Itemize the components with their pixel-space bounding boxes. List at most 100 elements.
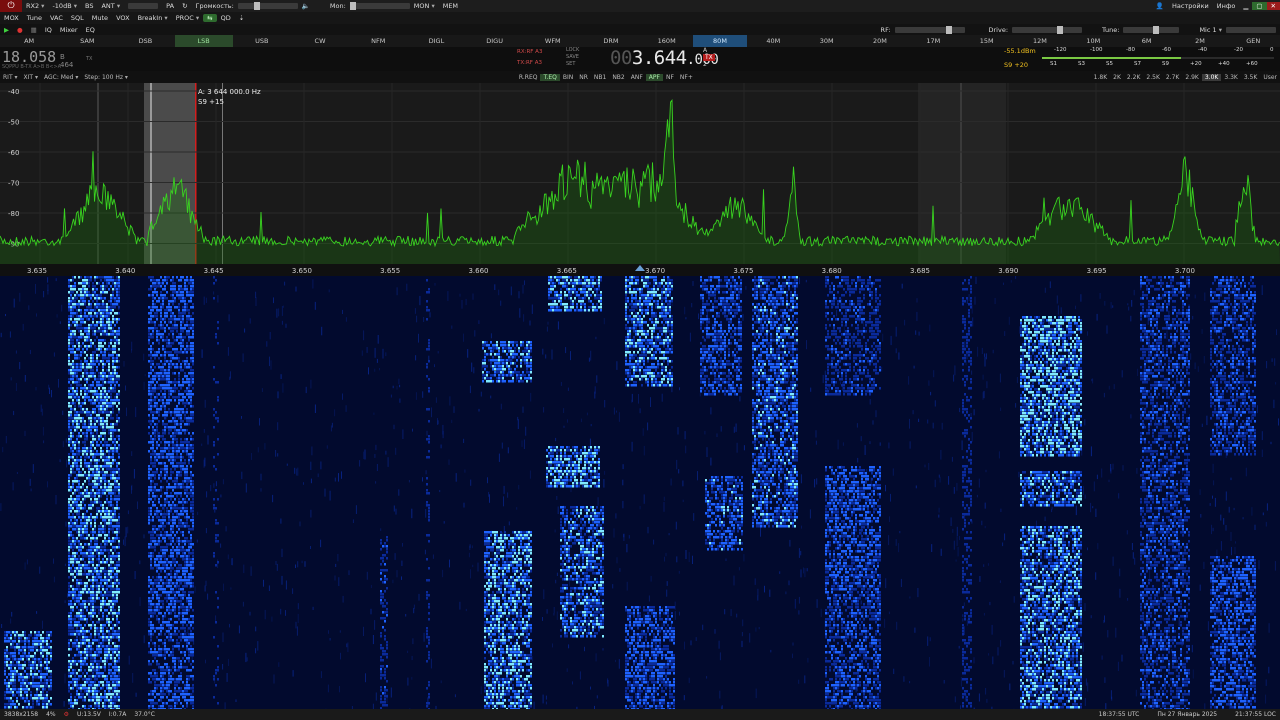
drive-thumb[interactable] <box>1057 26 1063 34</box>
mode-sam[interactable]: SAM <box>58 35 116 47</box>
attenuator-button[interactable]: -10dB <box>48 2 81 10</box>
mode-cw[interactable]: CW <box>291 35 349 47</box>
band-10m[interactable]: 10M <box>1067 35 1120 47</box>
band-gen[interactable]: GEN <box>1227 35 1280 47</box>
band-160m[interactable]: 160M <box>640 35 693 47</box>
xit-button[interactable]: XIT <box>21 74 41 81</box>
iq-icon[interactable]: ▦ <box>27 26 41 34</box>
dsp-r-req-button[interactable]: R.REQ <box>516 74 541 81</box>
rit-button[interactable]: RIT <box>0 74 21 81</box>
mox-button[interactable]: MOX <box>0 14 23 22</box>
bw-2-7k-button[interactable]: 2.7K <box>1163 74 1182 81</box>
dsp-nb2-button[interactable]: NB2 <box>609 74 627 81</box>
dsp-nf-button[interactable]: NF+ <box>677 74 696 81</box>
vfo-b-labels[interactable]: SQPPU B-TX A>B B<>A <box>2 64 61 70</box>
tune-slider[interactable] <box>1123 27 1179 33</box>
mode-drm[interactable]: DRM <box>582 35 640 47</box>
mode-usb[interactable]: USB <box>233 35 291 47</box>
loop-icon[interactable]: ↻ <box>178 2 191 10</box>
volume-thumb[interactable] <box>254 2 260 10</box>
step-select[interactable]: Step: 100 Hz <box>81 74 131 81</box>
set-button[interactable]: SET <box>566 61 579 68</box>
mon-slider[interactable] <box>350 3 410 9</box>
mode-nfm[interactable]: NFM <box>349 35 407 47</box>
agc-select[interactable]: AGC: Med <box>41 74 81 81</box>
rx-antenna[interactable]: RX:RF A3 <box>517 49 542 55</box>
dsp-apf-button[interactable]: APF <box>646 74 663 81</box>
bw-3-0k-button[interactable]: 3.0K <box>1202 74 1221 81</box>
toggle-icon[interactable]: ⇆ <box>203 14 216 22</box>
speaker-icon[interactable]: 🔈 <box>298 2 314 10</box>
pa-button[interactable]: PA <box>162 2 178 10</box>
vac-button[interactable]: VAC <box>46 14 67 22</box>
dsp-nf-button[interactable]: NF <box>663 74 677 81</box>
center-marker[interactable] <box>635 265 645 271</box>
ant-button[interactable]: ANT <box>97 2 124 10</box>
vfo-a-tx[interactable]: TX <box>703 54 715 61</box>
save-button[interactable]: SAVE <box>566 54 579 61</box>
bs-button[interactable]: BS <box>81 2 97 10</box>
band-30m[interactable]: 30M <box>800 35 853 47</box>
tx-antenna[interactable]: TX:RF A3 <box>517 60 542 66</box>
dsp-anf-button[interactable]: ANF <box>628 74 646 81</box>
mem-button[interactable]: MEM <box>439 2 462 10</box>
mute-button[interactable]: Mute <box>88 14 112 22</box>
band-17m[interactable]: 17M <box>907 35 960 47</box>
ptt-icon[interactable]: ⇣ <box>235 14 248 22</box>
vox-button[interactable]: VOX <box>112 14 134 22</box>
mode-digl[interactable]: DIGL <box>407 35 465 47</box>
record-icon[interactable]: ● <box>13 26 27 34</box>
dsp-t-eq-button[interactable]: T.EQ <box>540 74 559 81</box>
mixer-button[interactable]: Mixer <box>56 26 82 34</box>
info-menu[interactable]: Инфо <box>1213 2 1240 10</box>
frequency-axis[interactable]: 3.635 3.640 3.645 3.650 3.655 3.660 3.665 3.670… <box>0 264 1280 276</box>
mic-slider[interactable] <box>1226 27 1276 33</box>
band-20m[interactable]: 20M <box>853 35 906 47</box>
bw-2-9k-button[interactable]: 2.9K <box>1182 74 1201 81</box>
mode-digu[interactable]: DIGU <box>466 35 524 47</box>
power-icon[interactable]: ⏻ <box>0 0 22 12</box>
rf-slider[interactable] <box>895 27 965 33</box>
dsp-nb1-button[interactable]: NB1 <box>591 74 609 81</box>
band-40m[interactable]: 40M <box>747 35 800 47</box>
mode-dsb[interactable]: DSB <box>116 35 174 47</box>
bw-user-button[interactable]: User <box>1260 74 1280 81</box>
band-2m[interactable]: 2M <box>1173 35 1226 47</box>
rx2-button[interactable]: RX2 <box>22 2 48 10</box>
tune-thumb[interactable] <box>1153 26 1159 34</box>
bw-2-2k-button[interactable]: 2.2K <box>1124 74 1143 81</box>
settings-menu[interactable]: Настройки <box>1168 2 1213 10</box>
qd-button[interactable]: QD <box>217 14 235 22</box>
maximize-icon[interactable]: ▢ <box>1252 2 1266 10</box>
lock-button[interactable]: LOCK <box>566 47 579 54</box>
vfo-b-tx[interactable]: TX <box>86 56 92 62</box>
band-12m[interactable]: 12M <box>1013 35 1066 47</box>
waterfall-plot[interactable] <box>0 276 1280 709</box>
band-6m[interactable]: 6M <box>1120 35 1173 47</box>
play-icon[interactable]: ▶ <box>0 26 13 34</box>
bw-3-3k-button[interactable]: 3.3K <box>1221 74 1240 81</box>
mon-thumb[interactable] <box>350 2 356 10</box>
bw-1-8k-button[interactable]: 1.8K <box>1091 74 1110 81</box>
dsp-nr-button[interactable]: NR <box>576 74 591 81</box>
account-icon[interactable]: 👤 <box>1152 2 1168 10</box>
waterfall[interactable] <box>0 276 1280 709</box>
bw-2-5k-button[interactable]: 2.5K <box>1143 74 1162 81</box>
drive-slider[interactable] <box>1012 27 1082 33</box>
mode-lsb[interactable]: LSB <box>175 35 233 47</box>
minimize-icon[interactable]: ▁ <box>1239 2 1252 10</box>
tune-button[interactable]: Tune <box>23 14 46 22</box>
ant-slider[interactable] <box>128 3 158 9</box>
rf-thumb[interactable] <box>946 26 952 34</box>
spectrum-plot[interactable]: -40-50-60-70-80-90 <box>0 83 1280 264</box>
mode-wfm[interactable]: WFM <box>524 35 582 47</box>
band-80m[interactable]: 80M <box>693 35 746 47</box>
eq-button[interactable]: EQ <box>82 26 99 34</box>
dsp-bin-button[interactable]: BIN <box>560 74 576 81</box>
panadapter[interactable]: -40 -50 -60 -70 -80 -90 <box>0 83 1280 264</box>
mode-am[interactable]: AM <box>0 35 58 47</box>
sql-button[interactable]: SQL <box>67 14 88 22</box>
volume-slider[interactable] <box>238 3 298 9</box>
bw-2k-button[interactable]: 2K <box>1110 74 1124 81</box>
bw-3-5k-button[interactable]: 3.5K <box>1241 74 1260 81</box>
